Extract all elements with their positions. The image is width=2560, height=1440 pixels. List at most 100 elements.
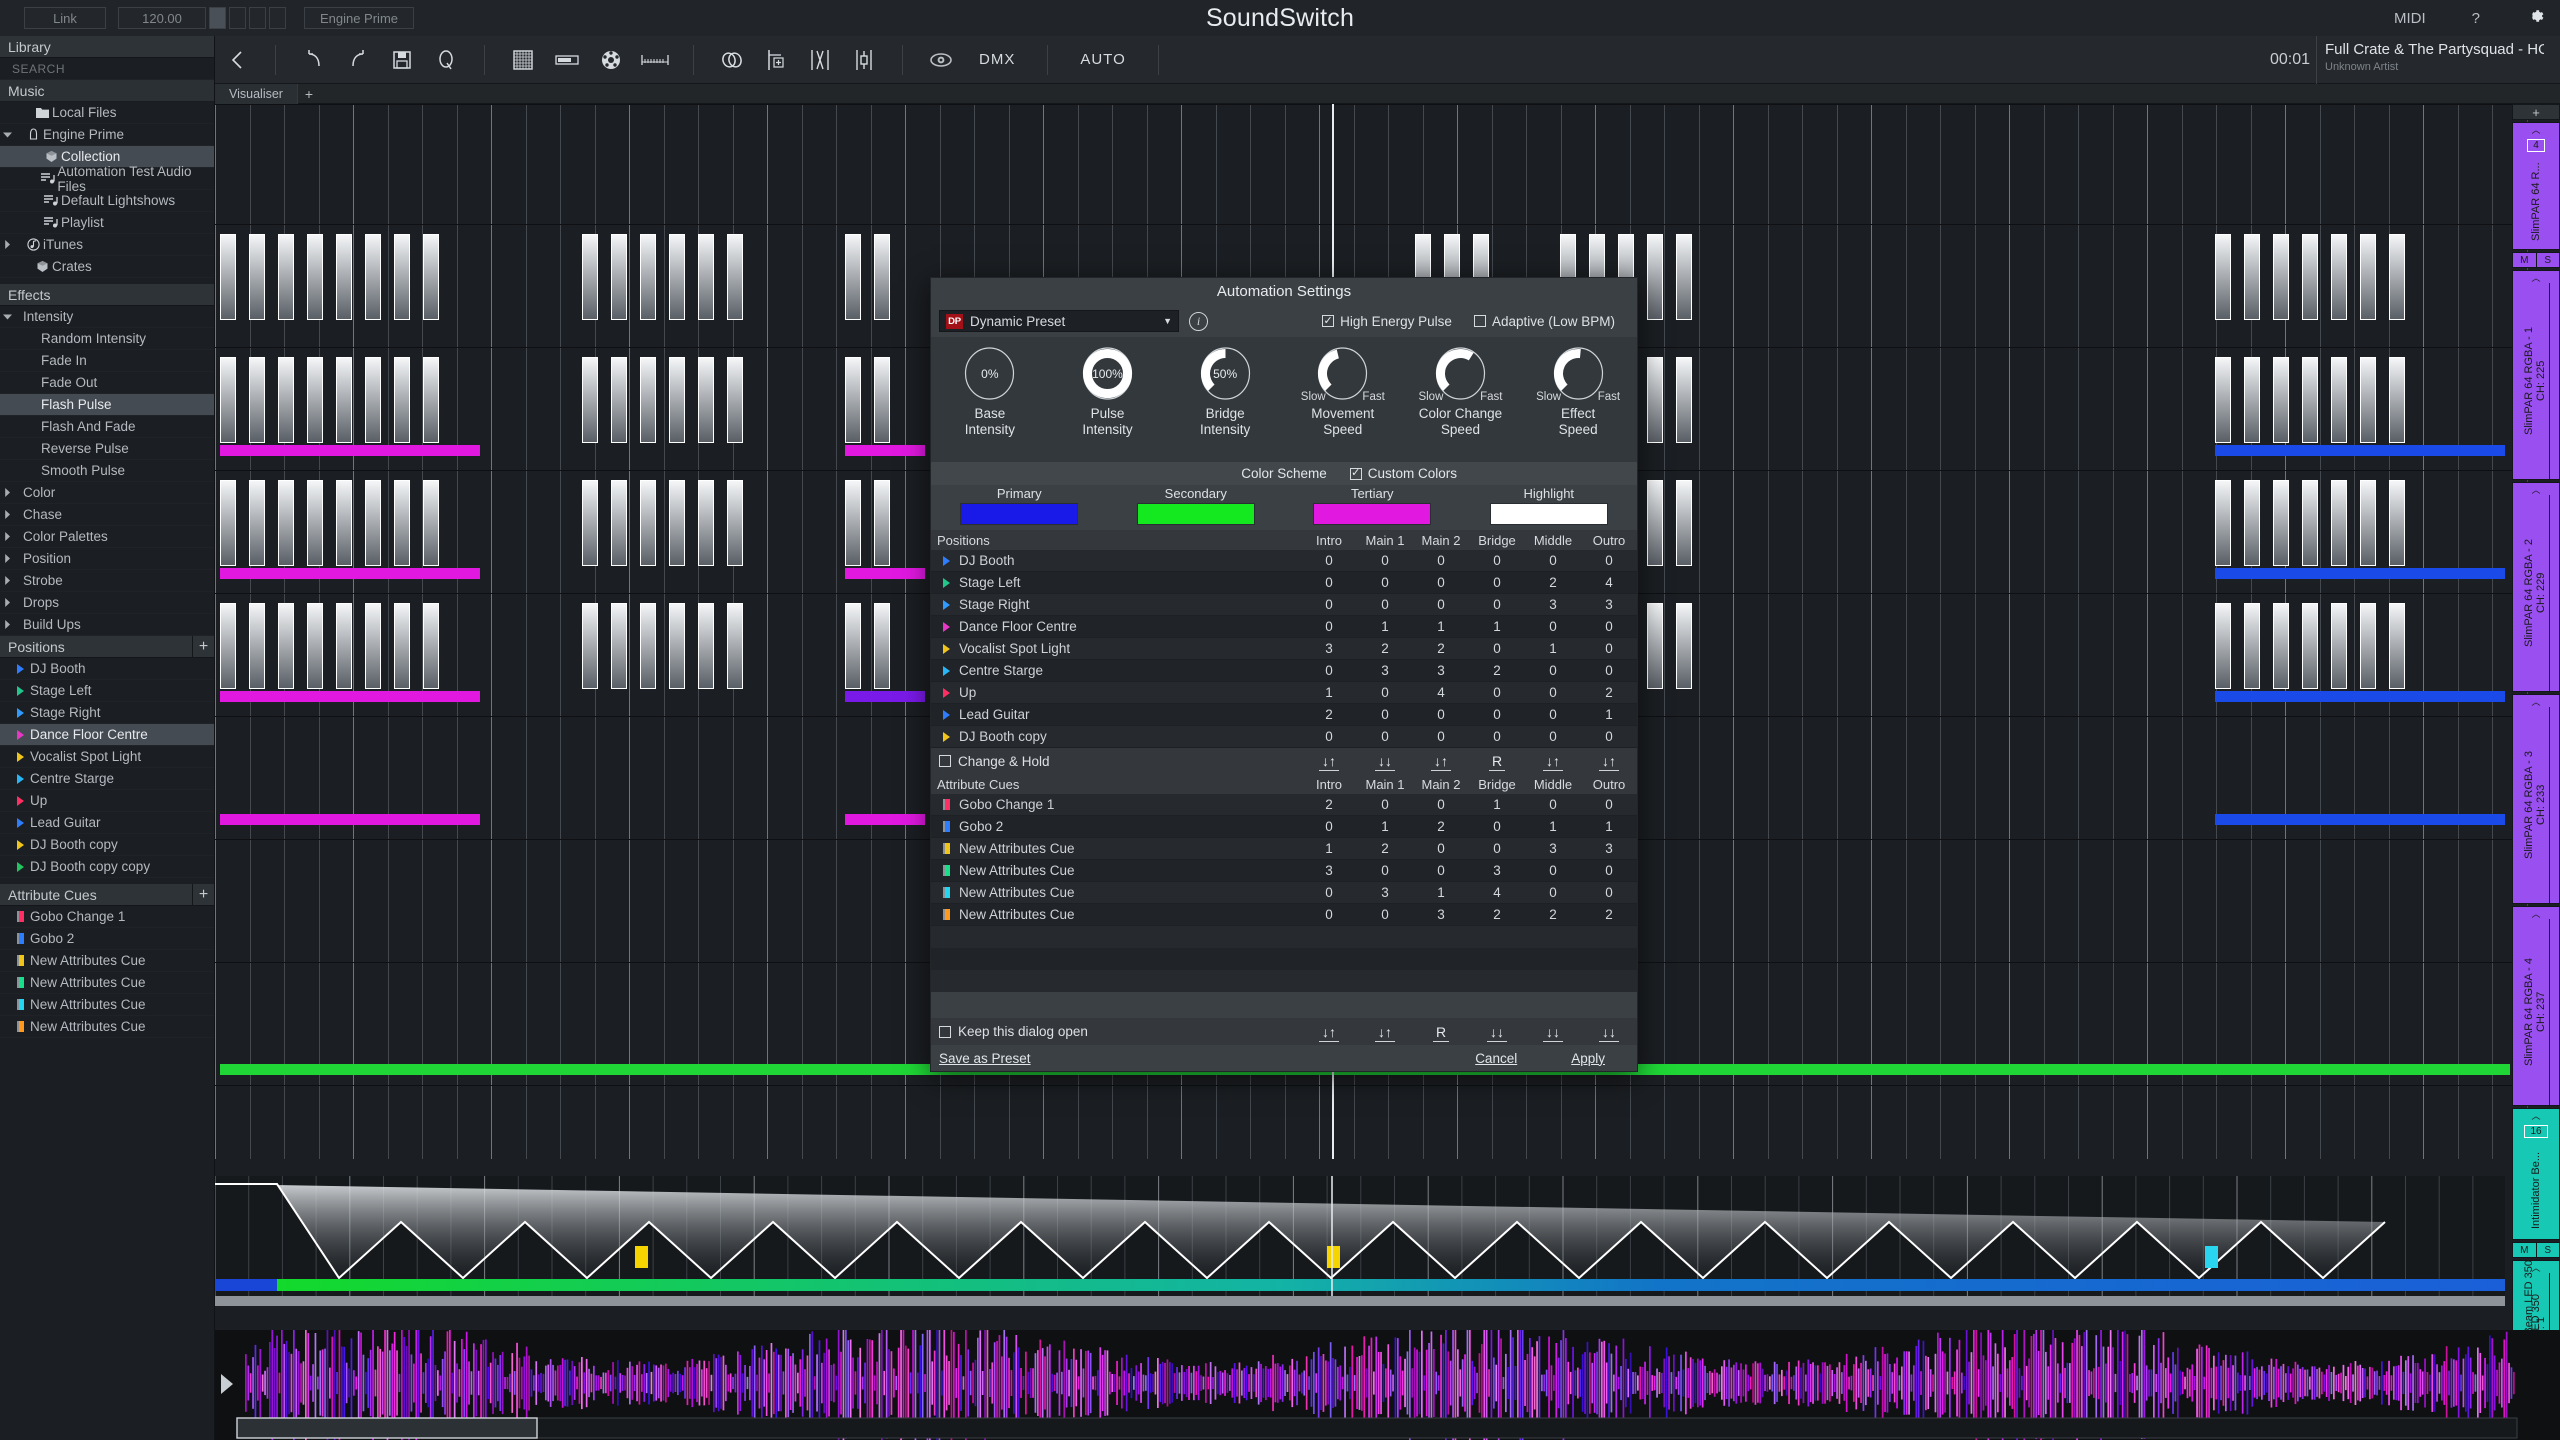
mute-button[interactable]: M [2513, 1243, 2537, 1257]
row-value-cell[interactable]: 0 [1581, 885, 1637, 900]
track-header[interactable]: ︿ SlimPAR 64 RGBA - 4 CH: 237 [2512, 906, 2560, 1106]
knob-dial[interactable]: 100% [1081, 347, 1134, 400]
row-value-cell[interactable]: 0 [1357, 575, 1413, 590]
effect-clip[interactable] [698, 234, 714, 320]
table-row[interactable]: DJ Booth 0 0 0 0 0 0 [931, 550, 1637, 572]
row-value-cell[interactable]: 0 [1469, 729, 1525, 744]
row-value-cell[interactable]: 0 [1525, 663, 1581, 678]
knob-dial[interactable]: 50% [1199, 347, 1252, 400]
effect-clip[interactable] [727, 234, 743, 320]
knob-bridge-intensity[interactable]: 50% Bridge Intensity [1171, 347, 1279, 437]
color-clip[interactable] [2215, 568, 2505, 579]
effect-clip[interactable] [2273, 234, 2289, 320]
mode-button[interactable]: R [1413, 1023, 1469, 1042]
row-value-cell[interactable]: 0 [1525, 885, 1581, 900]
effect-clip[interactable] [278, 357, 294, 443]
effect-clip[interactable] [307, 357, 323, 443]
row-value-cell[interactable]: 2 [1301, 707, 1357, 722]
attribute-cue-item[interactable]: New Attributes Cue [0, 994, 214, 1016]
grid-icon[interactable] [501, 42, 545, 78]
knob-effect-speed[interactable]: Slow Fast Effect Speed [1524, 347, 1632, 437]
row-value-cell[interactable]: 0 [1413, 597, 1469, 612]
row-value-cell[interactable]: 0 [1357, 707, 1413, 722]
effect-clip[interactable] [249, 234, 265, 320]
effect-clip[interactable] [2273, 480, 2289, 566]
effect-clip[interactable] [394, 357, 410, 443]
row-value-cell[interactable]: 0 [1357, 729, 1413, 744]
table-row[interactable]: Vocalist Spot Light 3 2 2 0 1 0 [931, 638, 1637, 660]
effect-clip[interactable] [220, 234, 236, 320]
row-value-cell[interactable]: 1 [1413, 885, 1469, 900]
effect-clip[interactable] [2215, 357, 2231, 443]
link-chain-icon[interactable] [710, 42, 754, 78]
mode-button[interactable]: ↓↓ [1357, 753, 1413, 771]
swatch-color[interactable] [1489, 503, 1608, 525]
row-value-cell[interactable]: 3 [1301, 641, 1357, 656]
table-row[interactable]: Gobo 2012011 [931, 816, 1637, 838]
mode-button[interactable]: ↓↑ [1525, 753, 1581, 771]
effect-clip[interactable] [874, 480, 890, 566]
row-value-cell[interactable]: 0 [1413, 863, 1469, 878]
dmx-button[interactable]: DMX [963, 42, 1031, 78]
row-value-cell[interactable]: 4 [1581, 575, 1637, 590]
effect-clip[interactable] [365, 603, 381, 689]
table-row[interactable]: Dance Floor Centre 0 1 1 1 0 0 [931, 616, 1637, 638]
table-row[interactable]: Stage Right 0 0 0 0 3 3 [931, 594, 1637, 616]
row-value-cell[interactable]: 3 [1413, 663, 1469, 678]
effect-clip[interactable] [307, 480, 323, 566]
undo-icon[interactable] [292, 42, 336, 78]
effect-clip[interactable] [2244, 357, 2260, 443]
search-input[interactable]: SEARCH [0, 58, 214, 80]
library-item-default-lightshows[interactable]: Default Lightshows [0, 190, 214, 212]
color-clip[interactable] [220, 568, 480, 579]
row-value-cell[interactable]: 0 [1413, 553, 1469, 568]
effect-clip[interactable] [698, 357, 714, 443]
effect-clip[interactable] [365, 357, 381, 443]
row-value-cell[interactable]: 0 [1581, 619, 1637, 634]
effect-clip[interactable] [336, 357, 352, 443]
row-value-cell[interactable]: 0 [1357, 685, 1413, 700]
disclosure-arrow-icon[interactable] [0, 312, 14, 321]
add-attribute-cue-button[interactable]: + [192, 884, 214, 905]
effect-clip[interactable] [423, 603, 439, 689]
effect-clip[interactable] [698, 603, 714, 689]
effect-clip[interactable] [669, 234, 685, 320]
disclosure-arrow-icon[interactable] [0, 576, 14, 585]
effect-clip[interactable] [2215, 603, 2231, 689]
effect-clip[interactable] [2360, 480, 2376, 566]
mode-button[interactable]: ↓↓ [1581, 1023, 1637, 1042]
effect-clip[interactable] [2273, 357, 2289, 443]
collapse-chevron-icon[interactable]: ︿ [2513, 1261, 2559, 1273]
effect-item-flash-pulse[interactable]: Flash Pulse [0, 394, 214, 416]
effect-clip[interactable] [1676, 357, 1692, 443]
collapse-chevron-icon[interactable]: ︿ [2513, 907, 2559, 919]
row-value-cell[interactable]: 0 [1469, 641, 1525, 656]
effect-clip[interactable] [2331, 357, 2347, 443]
row-value-cell[interactable]: 4 [1469, 885, 1525, 900]
eye-icon[interactable] [919, 42, 963, 78]
row-value-cell[interactable]: 3 [1357, 663, 1413, 678]
row-value-cell[interactable]: 2 [1581, 685, 1637, 700]
knob-movement-speed[interactable]: Slow Fast Movement Speed [1289, 347, 1397, 437]
effect-clip[interactable] [1647, 357, 1663, 443]
color-clip[interactable] [845, 568, 925, 579]
effect-clip[interactable] [423, 234, 439, 320]
collapse-chevron-icon[interactable]: ︿ [2513, 123, 2559, 135]
row-value-cell[interactable]: 1 [1581, 707, 1637, 722]
row-value-cell[interactable]: 0 [1357, 597, 1413, 612]
color-clip[interactable] [2215, 691, 2505, 702]
mute-button[interactable]: M [2513, 253, 2537, 267]
save-as-preset-button[interactable]: Save as Preset [939, 1051, 1031, 1066]
row-value-cell[interactable]: 0 [1301, 907, 1357, 922]
gear-icon[interactable] [2526, 6, 2546, 31]
effect-clip[interactable] [249, 603, 265, 689]
row-value-cell[interactable]: 0 [1357, 907, 1413, 922]
help-button[interactable]: ? [2472, 10, 2480, 27]
row-value-cell[interactable]: 0 [1357, 863, 1413, 878]
row-value-cell[interactable]: 2 [1301, 797, 1357, 812]
row-value-cell[interactable]: 1 [1525, 819, 1581, 834]
tab-visualiser[interactable]: Visualiser [215, 84, 298, 104]
table-row[interactable]: New Attributes Cue 3 0 0 3 0 0 [931, 860, 1637, 882]
effect-clip[interactable] [220, 603, 236, 689]
row-value-cell[interactable]: 1 [1357, 819, 1413, 834]
